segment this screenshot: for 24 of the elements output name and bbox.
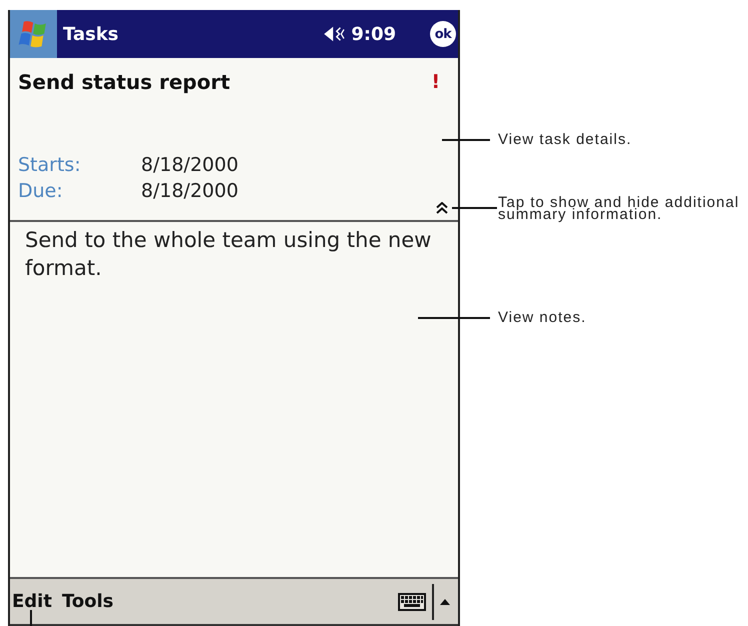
callout-text: View task details. xyxy=(498,131,632,149)
menu-item[interactable]: Tools xyxy=(60,591,116,612)
exclamation-icon: ! xyxy=(431,71,440,93)
callout-text: Tap to show and hide additional summary information. xyxy=(498,197,740,221)
callout-text: View notes. xyxy=(498,309,586,327)
leader-line xyxy=(452,207,497,208)
caret-icon[interactable] xyxy=(440,598,450,604)
leader-line xyxy=(30,610,32,626)
field-value: 8/18/2000 xyxy=(141,154,238,176)
start-button[interactable] xyxy=(10,10,57,58)
field-value: 8/18/2000 xyxy=(141,180,238,202)
menu-item[interactable]: Edit xyxy=(10,591,54,612)
task-subject: Send status report xyxy=(18,70,232,94)
field-label: Due: xyxy=(18,180,64,202)
speaker-icon[interactable] xyxy=(323,25,346,43)
double-chevron-icon[interactable] xyxy=(436,202,448,214)
field-label: Starts: xyxy=(18,154,82,176)
leader-line xyxy=(442,139,490,140)
app-title: Tasks xyxy=(63,24,119,44)
task-notes[interactable]: Send to the whole team using the new format. xyxy=(25,226,444,282)
keyboard-icon[interactable] xyxy=(397,592,427,612)
clock-time[interactable]: 9:09 xyxy=(351,24,396,44)
leader-line xyxy=(418,317,490,318)
ok-button[interactable]: ok xyxy=(430,21,456,47)
